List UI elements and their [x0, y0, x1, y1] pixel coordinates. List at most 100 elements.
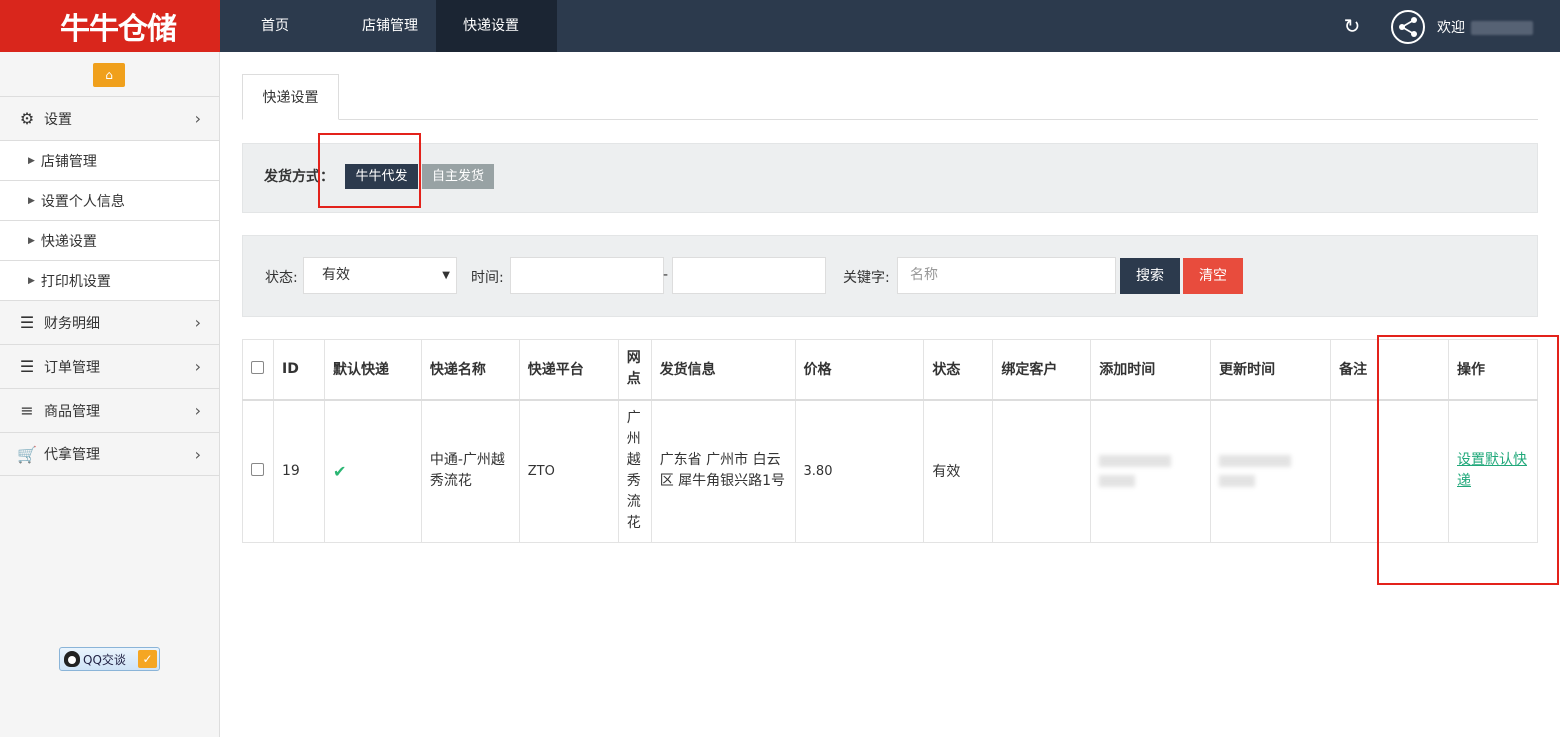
sidebar-item-label: 商品管理 [44, 403, 100, 420]
refresh-icon[interactable]: ↻ [1338, 12, 1366, 40]
sidebar: ⌂ ⚙ 设置 › ▶ 店铺管理 ▶ 设置个人信息 ▶ 快递设置 ▶ 打印机设置 ☰ 财务… [0, 52, 220, 737]
tab-bar: 快递设置 [242, 74, 1538, 120]
bars-icon: ☰ [19, 357, 35, 376]
gears-icon: ⚙ [19, 109, 35, 128]
sidebar-menu: ⚙ 设置 › ▶ 店铺管理 ▶ 设置个人信息 ▶ 快递设置 ▶ 打印机设置 ☰ 财务明细… [0, 96, 219, 476]
caret-right-icon: ▶ [28, 235, 35, 246]
cell-status: 有效 [923, 399, 994, 543]
sidebar-subitem-label: 快递设置 [40, 233, 97, 250]
sidebar-item-finance[interactable]: ☰ 财务明细 › [0, 300, 219, 344]
search-button[interactable]: 搜索 [1120, 258, 1180, 294]
qq-label: QQ交谈 [83, 652, 126, 667]
add-time-blurred [1099, 455, 1172, 468]
cell-name: 中通-广州越秀流花 [420, 399, 520, 543]
cell-default: ✔ [323, 399, 422, 543]
shipping-method-panel: 发货方式： 牛牛代发 自主发货 [242, 143, 1538, 213]
tab-express-settings[interactable]: 快递设置 [242, 74, 339, 120]
cell-id: 19 [272, 399, 325, 543]
sidebar-item-label: 设置 [44, 111, 72, 128]
sidebar-subitem-printer[interactable]: ▶ 打印机设置 [0, 260, 219, 300]
time-end-input[interactable] [672, 257, 826, 294]
row-checkbox[interactable] [251, 462, 264, 476]
cell-outlet-text: 广州越秀流花 [626, 410, 641, 532]
qq-chat-button[interactable]: QQ交谈 ✓ [59, 647, 160, 671]
cell-ship-info-text: 广东省 广州市 白云区 犀牛角银兴路1号 [659, 452, 786, 490]
nav-express-settings[interactable]: 快递设置 [436, 0, 557, 52]
sidebar-subitem-profile[interactable]: ▶ 设置个人信息 [0, 180, 219, 220]
sidebar-subitem-label: 店铺管理 [40, 153, 97, 170]
chevron-right-icon: › [194, 357, 201, 376]
time-label: 时间: [471, 270, 504, 286]
col-update-time: 更新时间 [1210, 339, 1332, 401]
list-icon: ≡ [20, 401, 34, 420]
clear-button[interactable]: 清空 [1183, 258, 1243, 294]
nav-store-management[interactable]: 店铺管理 [320, 0, 436, 52]
cell-add-time [1090, 399, 1212, 543]
col-outlet-label: 网点 [626, 350, 641, 388]
bars-icon: ☰ [19, 313, 35, 332]
sidebar-item-settings[interactable]: ⚙ 设置 › [0, 96, 219, 140]
col-default: 默认快递 [323, 339, 422, 401]
sidebar-subitem-express[interactable]: ▶ 快递设置 [0, 220, 219, 260]
share-icon[interactable] [1391, 10, 1425, 44]
caret-right-icon: ▶ [28, 155, 35, 166]
sidebar-item-label: 财务明细 [44, 315, 100, 332]
cell-update-time [1210, 399, 1332, 543]
col-status: 状态 [923, 339, 994, 401]
sidebar-subitem-store[interactable]: ▶ 店铺管理 [0, 140, 219, 180]
status-select[interactable]: 有效 ▼ [303, 257, 457, 294]
top-bar: 牛牛仓储 首页 店铺管理 快递设置 ↻ 欢迎 [0, 0, 1560, 52]
col-customer: 绑定客户 [992, 339, 1092, 401]
status-select-value: 有效 [322, 267, 350, 283]
sidebar-item-label: 代拿管理 [44, 447, 100, 463]
sidebar-item-orders[interactable]: ☰ 订单管理 › [0, 344, 219, 388]
nav-home[interactable]: 首页 [220, 0, 320, 52]
sidebar-subitem-label: 打印机设置 [40, 273, 111, 290]
qq-icon [64, 651, 80, 667]
chevron-right-icon: › [194, 401, 201, 420]
caret-right-icon: ▶ [28, 275, 35, 286]
update-time-blurred [1219, 455, 1292, 468]
annotation-box-action [1377, 335, 1559, 585]
chevron-right-icon: › [194, 313, 201, 332]
row-select-cell [242, 399, 274, 543]
time-separator: - [663, 267, 669, 283]
username-blurred [1471, 21, 1533, 35]
chevron-right-icon: › [194, 109, 201, 128]
ship-option-self[interactable]: 自主发货 [422, 164, 494, 189]
cart-icon: 🛒 [17, 444, 37, 464]
filter-panel: 状态: 有效 ▼ 时间: - 关键字: 名称 搜索 清空 [242, 235, 1538, 317]
keyword-label: 关键字: [843, 270, 890, 286]
logo[interactable]: 牛牛仓储 [0, 0, 220, 52]
col-ship-info: 发货信息 [650, 339, 796, 401]
col-id: ID [272, 339, 325, 401]
col-platform: 快递平台 [518, 339, 619, 401]
select-all-checkbox[interactable] [251, 360, 264, 374]
keyword-placeholder: 名称 [910, 267, 938, 283]
top-nav: 首页 店铺管理 快递设置 [220, 0, 557, 52]
sidebar-item-products[interactable]: ≡ 商品管理 › [0, 388, 219, 432]
home-icon[interactable]: ⌂ [93, 63, 125, 87]
cell-platform: ZTO [518, 399, 619, 543]
table-row: 19 ✔ 中通-广州越秀流花 ZTO 广州越秀流花 广东省 广州市 白云区 犀牛… [242, 399, 1538, 543]
update-time-blurred-2 [1219, 475, 1256, 488]
sidebar-subitem-label: 设置个人信息 [40, 193, 125, 210]
cell-name-text: 中通-广州越秀流花 [429, 452, 505, 490]
cell-outlet: 广州越秀流花 [617, 399, 652, 543]
welcome-label: 欢迎 [1437, 20, 1465, 36]
sidebar-item-pickup[interactable]: 🛒 代拿管理 › [0, 432, 219, 476]
cell-customer [992, 399, 1092, 543]
checkmark-icon: ✔ [332, 461, 347, 481]
col-name: 快递名称 [420, 339, 520, 401]
cell-price: 3.80 [794, 399, 925, 543]
welcome-text: 欢迎 [1437, 0, 1533, 52]
keyword-input[interactable]: 名称 [897, 257, 1116, 294]
col-add-time: 添加时间 [1090, 339, 1212, 401]
select-all-cell [242, 339, 274, 401]
col-price: 价格 [794, 339, 925, 401]
time-start-input[interactable] [510, 257, 664, 294]
sidebar-item-label: 订单管理 [44, 359, 100, 376]
chevron-right-icon: › [194, 445, 201, 464]
check-icon: ✓ [138, 650, 157, 668]
col-outlet: 网点 [617, 339, 652, 401]
